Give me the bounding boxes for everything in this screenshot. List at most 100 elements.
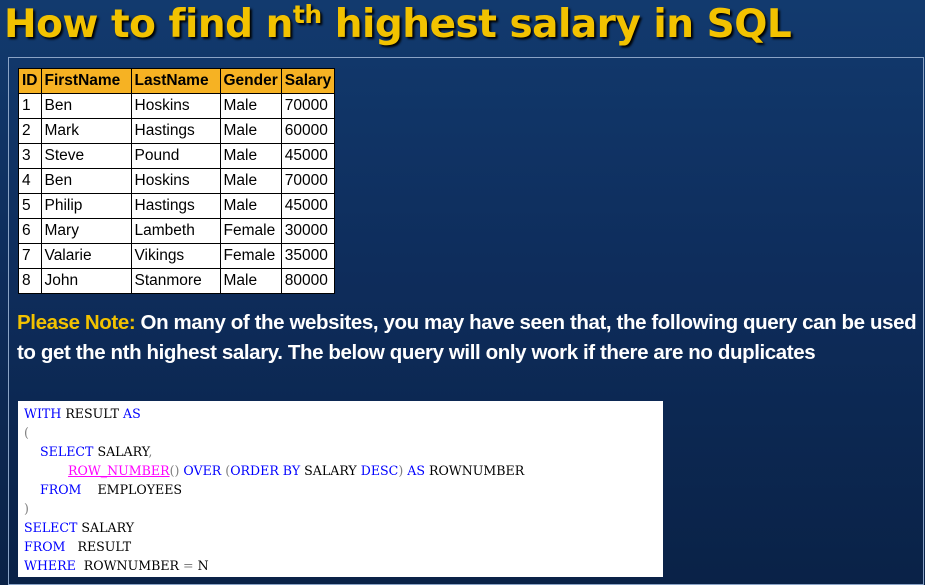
title-superscript: th xyxy=(292,0,322,29)
sql-keyword: ORDER BY xyxy=(230,463,301,478)
cell-firstname: Ben xyxy=(40,168,132,194)
code-line: FROM RESULT xyxy=(24,537,663,556)
sql-function: ROW_NUMBER xyxy=(68,463,170,478)
cell-gender: Male xyxy=(219,143,282,169)
code-line: FROM EMPLOYEES xyxy=(24,480,663,499)
cell-salary: 30000 xyxy=(280,218,336,244)
column-header-gender: Gender xyxy=(219,68,282,94)
cell-salary: 80000 xyxy=(280,268,336,294)
sql-indent xyxy=(24,444,40,459)
cell-firstname: Mark xyxy=(40,118,132,144)
cell-gender: Female xyxy=(219,243,282,269)
cell-lastname: Lambeth xyxy=(130,218,221,244)
cell-firstname: Ben xyxy=(40,93,132,119)
slide: How to find nth highest salary in SQL ID… xyxy=(0,0,925,585)
slide-title: How to find nth highest salary in SQL xyxy=(4,0,792,47)
note-text: On many of the websites, you may have se… xyxy=(17,311,917,364)
title-text-rest: highest salary in SQL xyxy=(321,2,792,47)
code-line: ROW_NUMBER() OVER (ORDER BY SALARY DESC)… xyxy=(24,461,663,480)
cell-gender: Male xyxy=(219,268,282,294)
cell-lastname: Pound xyxy=(130,143,221,169)
table-row: 5 Philip Hastings Male 45000 xyxy=(18,193,336,219)
cell-id: 5 xyxy=(18,193,42,219)
table-row: 1 Ben Hoskins Male 70000 xyxy=(18,93,336,119)
cell-firstname: Valarie xyxy=(40,243,132,269)
code-line: ) xyxy=(24,499,663,518)
table-row: 6 Mary Lambeth Female 30000 xyxy=(18,218,336,244)
sql-keyword: AS xyxy=(122,406,141,421)
cell-salary: 60000 xyxy=(280,118,336,144)
sql-text: ROWNUMBER xyxy=(75,558,184,573)
sql-text: SALARY xyxy=(300,463,361,478)
cell-gender: Male xyxy=(219,168,282,194)
cell-gender: Male xyxy=(219,118,282,144)
sql-keyword: WHERE xyxy=(24,558,76,573)
sql-text: ROWNUMBER xyxy=(425,463,525,478)
cell-lastname: Hoskins xyxy=(130,168,221,194)
table-row: 2 Mark Hastings Male 60000 xyxy=(18,118,336,144)
sql-text: RESULT xyxy=(65,539,132,554)
code-line: ( xyxy=(24,423,663,442)
cell-id: 4 xyxy=(18,168,42,194)
sql-indent xyxy=(24,482,40,497)
sql-punctuation: , xyxy=(148,444,153,459)
cell-gender: Male xyxy=(219,93,282,119)
cell-lastname: Hastings xyxy=(130,193,221,219)
cell-salary: 70000 xyxy=(280,168,336,194)
table-header-row: ID FirstName LastName Gender Salary xyxy=(18,68,336,94)
column-header-id: ID xyxy=(18,68,42,94)
cell-id: 1 xyxy=(18,93,42,119)
column-header-salary: Salary xyxy=(280,68,336,94)
column-header-lastname: LastName xyxy=(130,68,221,94)
sql-keyword: FROM xyxy=(40,482,82,497)
cell-firstname: John xyxy=(40,268,132,294)
cell-id: 6 xyxy=(18,218,42,244)
sql-code-block: WITH RESULT AS ( SELECT SALARY, ROW_NUMBE… xyxy=(18,401,663,577)
cell-firstname: Steve xyxy=(40,143,132,169)
code-line: WITH RESULT AS xyxy=(24,404,663,423)
sql-punctuation: () xyxy=(169,463,180,478)
cell-lastname: Hoskins xyxy=(130,93,221,119)
table-row: 8 John Stanmore Male 80000 xyxy=(18,268,336,294)
cell-lastname: Vikings xyxy=(130,243,221,269)
employees-table: ID FirstName LastName Gender Salary 1 Be… xyxy=(18,68,336,294)
note-paragraph: Please Note: On many of the websites, yo… xyxy=(17,308,922,368)
cell-id: 2 xyxy=(18,118,42,144)
sql-keyword: OVER xyxy=(183,463,222,478)
table-row: 3 Steve Pound Male 45000 xyxy=(18,143,336,169)
sql-keyword: FROM xyxy=(24,539,66,554)
sql-text: SALARY xyxy=(77,520,135,535)
sql-text: SALARY xyxy=(93,444,149,459)
cell-salary: 70000 xyxy=(280,93,336,119)
sql-keyword: WITH xyxy=(24,406,62,421)
sql-text: RESULT xyxy=(61,406,123,421)
cell-id: 3 xyxy=(18,143,42,169)
sql-punctuation: ) xyxy=(24,501,29,516)
cell-id: 8 xyxy=(18,268,42,294)
sql-keyword: AS xyxy=(407,463,425,478)
cell-firstname: Philip xyxy=(40,193,132,219)
sql-punctuation: ( xyxy=(24,425,29,440)
sql-indent xyxy=(24,463,68,478)
code-line: WHERE ROWNUMBER = N xyxy=(24,556,663,575)
cell-gender: Male xyxy=(219,193,282,219)
sql-keyword: SELECT xyxy=(40,444,94,459)
table-row: 7 Valarie Vikings Female 35000 xyxy=(18,243,336,269)
cell-gender: Female xyxy=(219,218,282,244)
cell-salary: 45000 xyxy=(280,193,336,219)
code-line: SELECT SALARY, xyxy=(24,442,663,461)
sql-text: EMPLOYEES xyxy=(81,482,183,497)
cell-firstname: Mary xyxy=(40,218,132,244)
column-header-firstname: FirstName xyxy=(40,68,132,94)
sql-keyword: SELECT xyxy=(24,520,78,535)
sql-punctuation: = xyxy=(183,558,194,573)
cell-salary: 35000 xyxy=(280,243,336,269)
sql-text: N xyxy=(193,558,209,573)
code-line: SELECT SALARY xyxy=(24,518,663,537)
table-row: 4 Ben Hoskins Male 70000 xyxy=(18,168,336,194)
sql-keyword: DESC xyxy=(360,463,399,478)
cell-lastname: Hastings xyxy=(130,118,221,144)
title-text: How to find n xyxy=(4,2,293,47)
cell-id: 7 xyxy=(18,243,42,269)
cell-salary: 45000 xyxy=(280,143,336,169)
